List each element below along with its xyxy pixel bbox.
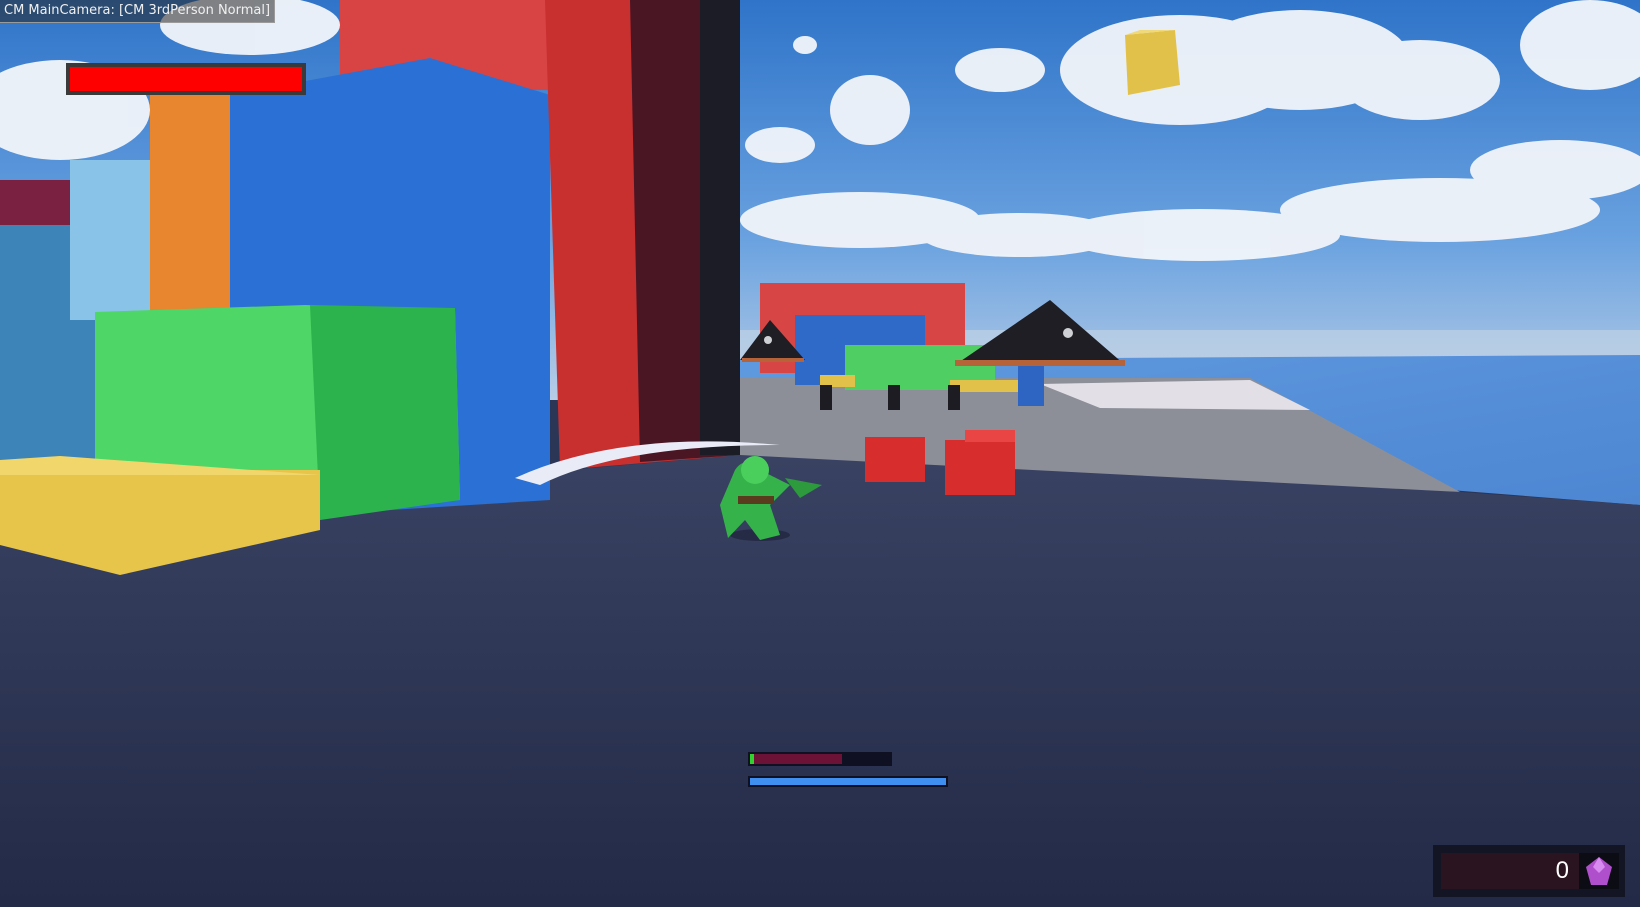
red-crate-2 — [945, 440, 1015, 495]
gem-counter: 0 — [1433, 845, 1625, 897]
boss-health-fill — [70, 67, 302, 91]
player-health-tip — [750, 754, 754, 764]
player-health-fill — [750, 754, 843, 764]
player-health-bar — [748, 752, 892, 766]
gem-count-box: 0 — [1441, 853, 1579, 889]
boss-health-bar — [66, 63, 306, 95]
floating-cube — [1125, 30, 1180, 95]
player-stamina-bar — [748, 776, 948, 787]
player-stamina-fill — [750, 778, 946, 785]
gem-icon-slot — [1579, 853, 1619, 889]
gem-count: 0 — [1555, 857, 1569, 884]
game-scene — [0, 0, 1640, 907]
red-crate-1 — [865, 437, 925, 482]
camera-debug-label: CM MainCamera: [CM 3rdPerson Normal] — [0, 0, 276, 23]
purple-crystal-icon — [1586, 857, 1612, 885]
